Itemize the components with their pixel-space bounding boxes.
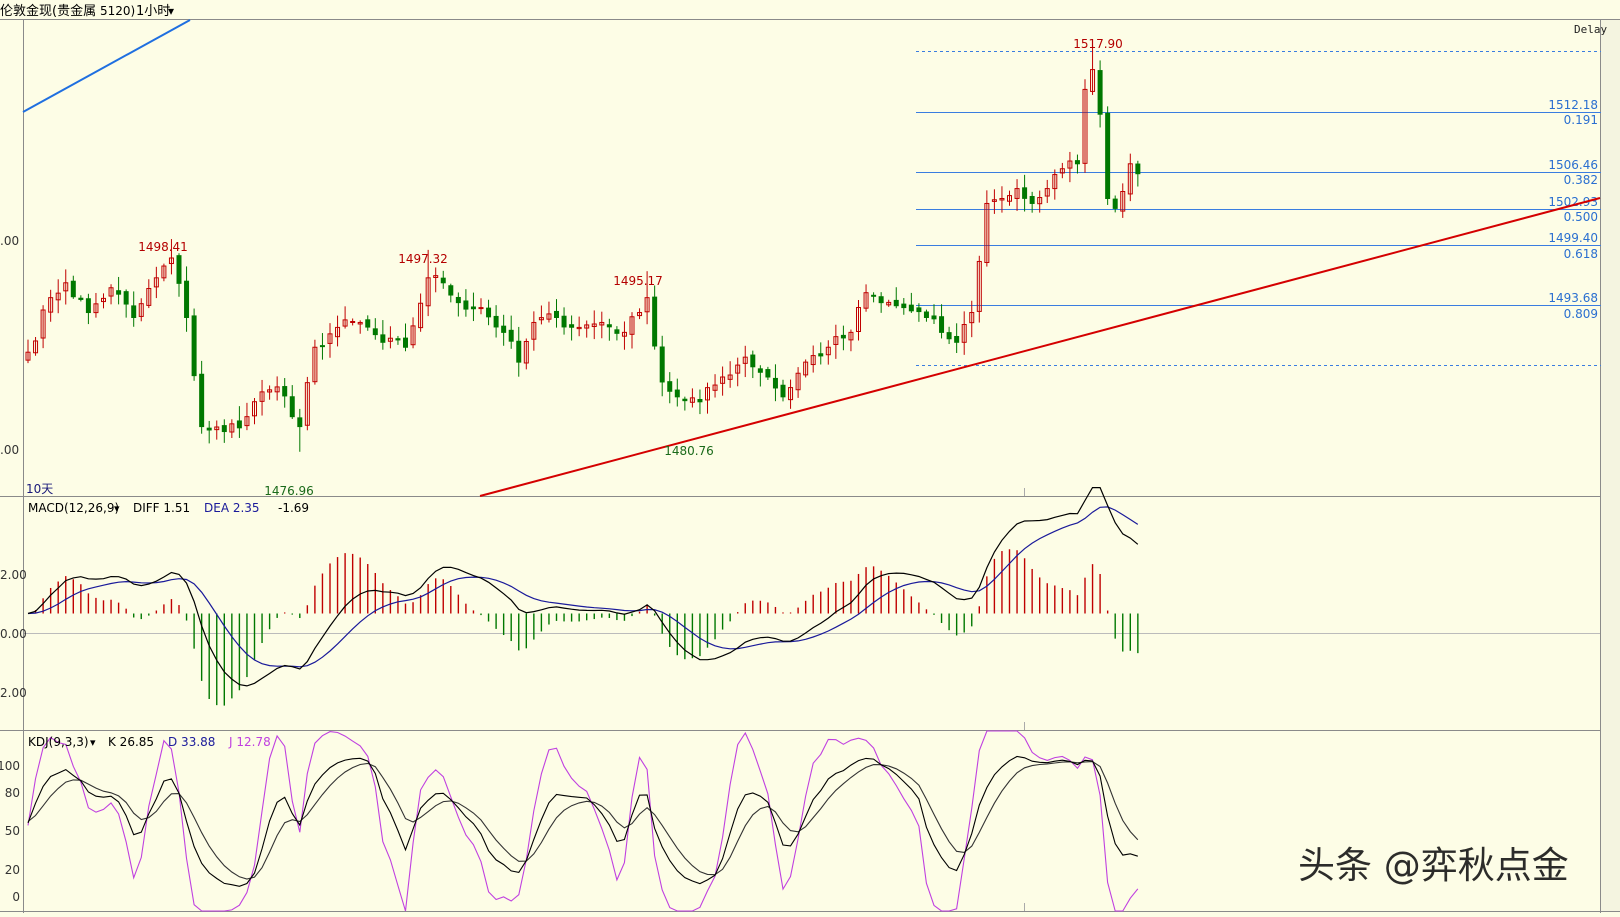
- swing-high-label: 1517.90: [1073, 37, 1123, 51]
- kdj-y-tick: 20: [5, 863, 20, 877]
- price-y-tick: .00: [0, 234, 19, 248]
- macd-value-readout: -1.69: [278, 501, 309, 515]
- macd-y-tick: 0.00: [0, 627, 27, 641]
- candle-bearish: [1105, 106, 1111, 205]
- kdj-dropdown-icon[interactable]: ▾: [90, 736, 96, 749]
- instrument-code: 5120): [100, 4, 135, 18]
- fib-ratio-label: 0.618: [1564, 247, 1598, 261]
- price-y-tick: .00: [0, 443, 19, 457]
- swing-high-label: 1495.17: [613, 274, 663, 288]
- chart-window: 伦敦金现(贵金属 5120) 1小时 ▾ Delay .00 .00 10天 1…: [0, 0, 1620, 913]
- fib-ratio-label: 0.500: [1564, 210, 1598, 224]
- kdj-indicator-name[interactable]: KDJ(9,3,3): [28, 735, 89, 749]
- kdj-d-readout: D 33.88: [168, 735, 215, 749]
- swing-high-label: 1498.41: [138, 240, 188, 254]
- fib-price-label: 1506.46: [1548, 158, 1598, 172]
- fib-ratio-label: 0.382: [1564, 173, 1598, 187]
- macd-y-tick: 2.00: [0, 568, 27, 582]
- fib-ratio-label: 0.191: [1564, 113, 1598, 127]
- range-label: 10天: [26, 482, 53, 496]
- candle-bearish: [191, 308, 197, 381]
- swing-low-label: 1476.96: [264, 484, 314, 498]
- swing-low-label: 1480.76: [664, 444, 714, 458]
- kdj-y-tick: 0: [12, 890, 20, 904]
- fib-ratio-label: 0.809: [1564, 307, 1598, 321]
- macd-y-tick: 2.00: [0, 686, 27, 700]
- candlestick-chart[interactable]: 伦敦金现(贵金属 5120) 1小时 ▾ Delay .00 .00 10天 1…: [0, 0, 1620, 913]
- macd-dea-readout: DEA 2.35: [204, 501, 260, 515]
- kdj-k-readout: K 26.85: [108, 735, 154, 749]
- delay-badge: Delay: [1574, 23, 1607, 36]
- macd-diff-readout: DIFF 1.51: [133, 501, 190, 515]
- fib-price-label: 1512.18: [1548, 98, 1598, 112]
- swing-high-label: 1497.32: [398, 252, 448, 266]
- timeframe-dropdown-icon[interactable]: ▾: [168, 4, 174, 18]
- fib-price-label: 1502.93: [1548, 195, 1598, 209]
- kdj-y-tick: 50: [5, 824, 20, 838]
- right-scroll-strip[interactable]: [1601, 20, 1620, 911]
- kdj-j-readout: J 12.78: [228, 735, 271, 749]
- timeframe-selector[interactable]: 1小时: [136, 4, 170, 19]
- fib-price-label: 1499.40: [1548, 231, 1598, 245]
- kdj-y-tick: 100: [0, 759, 20, 773]
- watermark: 头条 @弈秋点金: [1298, 844, 1569, 887]
- macd-dropdown-icon[interactable]: ▾: [114, 502, 120, 515]
- fib-price-label: 1493.68: [1548, 291, 1598, 305]
- macd-indicator-name[interactable]: MACD(12,26,9): [28, 501, 119, 515]
- instrument-name: 伦敦金现(贵金属: [0, 3, 96, 19]
- kdj-y-tick: 80: [5, 786, 20, 800]
